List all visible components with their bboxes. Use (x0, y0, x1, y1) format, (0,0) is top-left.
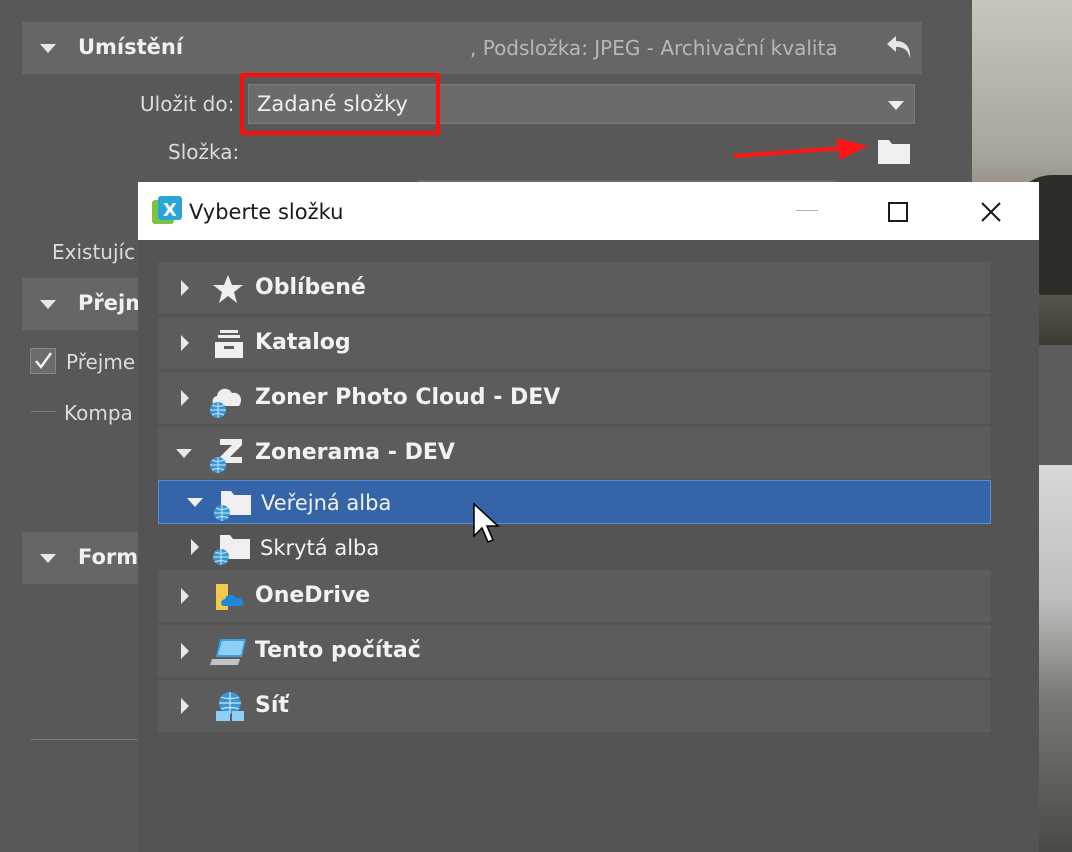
folder-label: Složka: (168, 140, 240, 164)
select-folder-dialog: X Vyberte složku Oblíbené Katalog Zoner … (138, 182, 1039, 852)
folder-browse-icon[interactable] (877, 137, 911, 165)
maximize-icon[interactable] (888, 202, 908, 222)
expand-icon[interactable] (181, 390, 189, 406)
import-checkbox-label: Přejme (66, 350, 136, 374)
tree-item-label: Síť (255, 693, 289, 718)
cloud-icon (210, 388, 242, 418)
tree-item-favorites[interactable]: Oblíbené (158, 262, 991, 314)
minimize-icon[interactable] (796, 210, 818, 211)
collapse-icon[interactable] (176, 449, 192, 458)
expand-icon[interactable] (181, 280, 189, 296)
format-section-header[interactable]: Form (22, 532, 142, 584)
svg-text:X: X (163, 200, 177, 221)
annotation-arrow-icon (733, 138, 868, 160)
tree-item-label: Zoner Photo Cloud - DEV (255, 385, 561, 410)
compat-label: Kompa (64, 401, 133, 425)
star-icon (213, 275, 243, 303)
tree-item-photo-cloud[interactable]: Zoner Photo Cloud - DEV (158, 372, 991, 424)
expand-icon[interactable] (181, 588, 189, 604)
save-to-label: Uložit do: (140, 92, 235, 116)
tree-item-label: Tento počítač (255, 638, 421, 663)
tree-item-network[interactable]: Síť (158, 680, 991, 732)
mouse-cursor-icon (473, 502, 500, 543)
collapse-icon (40, 300, 56, 309)
dialog-title: Vyberte složku (189, 200, 344, 224)
tree-item-onedrive[interactable]: OneDrive (158, 570, 991, 622)
close-icon[interactable] (980, 201, 1002, 223)
annotation-highlight-box (240, 73, 440, 135)
tree-item-label: Zonerama - DEV (255, 440, 455, 465)
expand-icon[interactable] (191, 539, 199, 555)
divider (30, 411, 56, 412)
tree-item-label: Katalog (255, 330, 351, 355)
chevron-down-icon (888, 101, 904, 110)
checkmark-icon (35, 352, 53, 370)
divider (30, 739, 138, 740)
expand-icon[interactable] (181, 698, 189, 714)
computer-icon (210, 639, 246, 665)
zoner-app-icon: X (152, 196, 182, 224)
location-section-header[interactable]: Umístění , Podsložka: JPEG - Archivační … (22, 22, 922, 74)
existing-label: Existujíc (52, 240, 136, 264)
tree-item-this-pc[interactable]: Tento počítač (158, 625, 991, 677)
dialog-titlebar[interactable]: X Vyberte složku (138, 182, 1039, 240)
onedrive-icon (216, 584, 244, 610)
folder-web-icon (213, 535, 250, 565)
import-section-header[interactable]: Přejm (22, 278, 147, 330)
collapse-icon (40, 554, 56, 563)
tree-item-label: OneDrive (255, 583, 371, 608)
folder-web-icon (214, 491, 251, 521)
format-section-title: Form (78, 545, 139, 569)
network-icon (216, 692, 244, 721)
reset-icon[interactable] (884, 30, 916, 62)
expand-icon[interactable] (181, 643, 189, 659)
tree-item-label: Skrytá alba (260, 536, 380, 560)
collapse-icon (40, 44, 56, 53)
import-section-title: Přejm (78, 291, 148, 315)
tree-item-hidden-albums[interactable]: Skrytá alba (158, 526, 991, 570)
tree-item-label: Veřejná alba (261, 491, 392, 515)
tree-item-zonerama[interactable]: Zonerama - DEV (158, 427, 991, 479)
location-section-title: Umístění (78, 35, 184, 59)
zonerama-icon (210, 439, 242, 473)
catalog-icon (215, 330, 243, 358)
import-checkbox[interactable] (30, 348, 56, 374)
collapse-icon[interactable] (187, 498, 203, 507)
location-summary: , Podsložka: JPEG - Archivační kvalita (470, 36, 838, 60)
tree-item-label: Oblíbené (255, 275, 366, 300)
expand-icon[interactable] (181, 335, 189, 351)
tree-item-public-albums[interactable]: Veřejná alba (158, 480, 991, 524)
tree-item-catalog[interactable]: Katalog (158, 317, 991, 369)
